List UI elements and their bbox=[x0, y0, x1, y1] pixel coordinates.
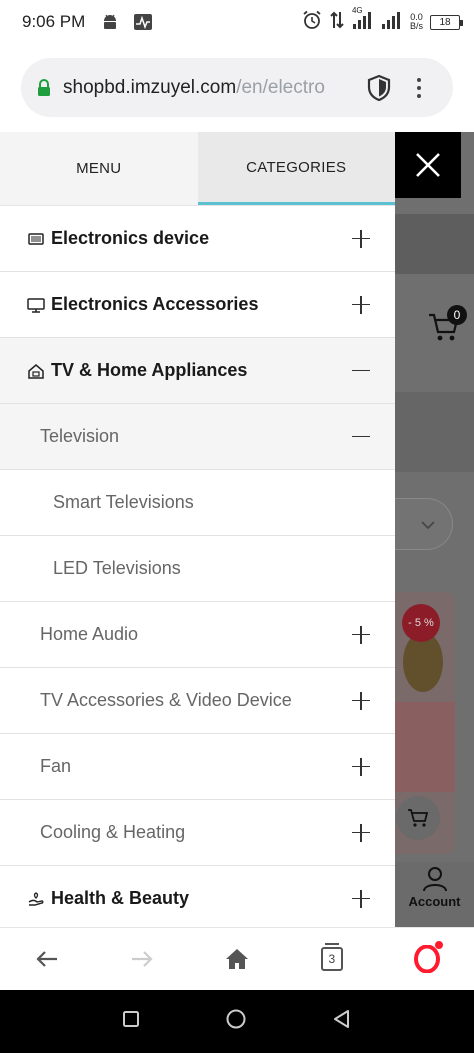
add-to-cart-button[interactable] bbox=[396, 796, 440, 840]
forward-button[interactable] bbox=[118, 935, 166, 983]
category-item[interactable]: Home Audio bbox=[0, 602, 395, 668]
category-item[interactable]: TV Accessories & Video Device bbox=[0, 668, 395, 734]
tabs-button[interactable]: 3 bbox=[308, 935, 356, 983]
category-drawer: MENU CATEGORIES Electronics device Electr… bbox=[0, 132, 395, 927]
status-bar: 9:06 PM 4G 0.0 B/s 18 bbox=[0, 0, 474, 44]
close-icon bbox=[416, 153, 440, 177]
close-drawer-button[interactable] bbox=[395, 132, 461, 198]
opera-menu-button[interactable] bbox=[403, 935, 451, 983]
tab-count: 3 bbox=[320, 943, 343, 971]
tab-menu[interactable]: MENU bbox=[0, 132, 198, 205]
browser-bottom-bar: 3 bbox=[0, 927, 474, 990]
home-nav-button[interactable] bbox=[225, 1008, 247, 1035]
bg-select-dropdown[interactable] bbox=[395, 498, 453, 550]
category-item[interactable]: Cooling & Heating bbox=[0, 800, 395, 866]
home-button[interactable] bbox=[213, 935, 261, 983]
category-label: Electronics Accessories bbox=[51, 294, 259, 314]
chevron-down-icon bbox=[421, 521, 435, 530]
category-item[interactable]: Electronics device bbox=[0, 206, 395, 272]
user-icon bbox=[422, 867, 447, 892]
url-domain: shopbd.imzuyel.com bbox=[63, 76, 237, 98]
account-label: Account bbox=[408, 894, 461, 909]
url-text[interactable]: shopbd.imzuyel.com/en/electro bbox=[63, 77, 355, 99]
expand-plus-icon[interactable] bbox=[351, 295, 371, 315]
hand-care-icon bbox=[27, 890, 45, 908]
category-item[interactable]: Smart Televisions bbox=[0, 470, 395, 536]
bg-band bbox=[395, 214, 474, 274]
category-label: Smart Televisions bbox=[53, 492, 194, 512]
arrow-left-icon bbox=[36, 951, 58, 967]
category-label: Fan bbox=[40, 756, 72, 776]
category-label: Health & Beauty bbox=[51, 888, 190, 908]
lock-icon[interactable] bbox=[33, 78, 55, 97]
category-label: Television bbox=[40, 426, 120, 446]
tab-categories[interactable]: CATEGORIES bbox=[197, 132, 395, 205]
clock: 9:06 PM bbox=[22, 12, 86, 31]
signal-icon: 4G bbox=[352, 6, 374, 35]
data-transfer-icon bbox=[329, 10, 345, 35]
expand-plus-icon[interactable] bbox=[351, 691, 371, 711]
arrow-right-icon bbox=[132, 951, 153, 967]
circle-icon bbox=[226, 1009, 246, 1029]
battery-icon: 18 bbox=[430, 14, 463, 30]
category-list: Electronics device Electronics Accessorie… bbox=[0, 206, 395, 927]
expand-plus-icon[interactable] bbox=[351, 823, 371, 843]
square-icon bbox=[123, 1011, 140, 1027]
activity-icon bbox=[133, 13, 153, 31]
category-item[interactable]: Health & Beauty bbox=[0, 866, 395, 927]
network-type: 4G bbox=[351, 5, 363, 15]
recents-button[interactable] bbox=[122, 1010, 140, 1033]
signal-icon bbox=[381, 10, 403, 35]
home-icon bbox=[225, 949, 248, 969]
expand-plus-icon[interactable] bbox=[351, 625, 371, 645]
back-button[interactable] bbox=[23, 935, 71, 983]
expand-plus-icon[interactable] bbox=[351, 757, 371, 777]
address-bar[interactable]: shopbd.imzuyel.com/en/electro bbox=[21, 58, 453, 117]
category-item[interactable]: Fan bbox=[0, 734, 395, 800]
expand-plus-icon[interactable] bbox=[351, 889, 371, 909]
category-label: TV Accessories & Video Device bbox=[40, 690, 292, 710]
notification-dot bbox=[434, 941, 443, 949]
more-options-icon[interactable] bbox=[409, 77, 429, 98]
drawer-tabs: MENU CATEGORIES bbox=[0, 132, 395, 206]
expand-plus-icon[interactable] bbox=[351, 229, 371, 249]
collapse-minus-icon[interactable] bbox=[351, 427, 371, 447]
category-item[interactable]: Electronics Accessories bbox=[0, 272, 395, 338]
opera-icon bbox=[413, 945, 440, 973]
category-label: TV & Home Appliances bbox=[51, 360, 248, 380]
category-item[interactable]: LED Televisions bbox=[0, 536, 395, 602]
browser-toolbar: shopbd.imzuyel.com/en/electro bbox=[0, 44, 474, 132]
category-label: Cooling & Heating bbox=[40, 822, 186, 842]
category-item[interactable]: Television bbox=[0, 404, 395, 470]
alarm-icon bbox=[302, 10, 322, 35]
cart-icon bbox=[408, 809, 429, 827]
category-label: Home Audio bbox=[40, 624, 139, 644]
net-speed: 0.0 B/s bbox=[409, 12, 423, 31]
collapse-minus-icon[interactable] bbox=[351, 361, 371, 381]
home-icon bbox=[27, 362, 45, 380]
shield-icon[interactable] bbox=[363, 74, 395, 102]
triangle-back-icon bbox=[333, 1010, 349, 1028]
discount-badge: - 5 % bbox=[402, 604, 440, 642]
bg-band bbox=[395, 392, 474, 472]
category-label: LED Televisions bbox=[53, 558, 181, 578]
category-label: Electronics device bbox=[51, 228, 210, 248]
monitor-icon bbox=[27, 296, 45, 314]
back-nav-button[interactable] bbox=[332, 1009, 352, 1034]
android-nav-bar bbox=[0, 990, 474, 1053]
cart-count-badge: 0 bbox=[447, 305, 467, 325]
category-item[interactable]: TV & Home Appliances bbox=[0, 338, 395, 404]
url-path: /en/electro bbox=[236, 76, 325, 98]
android-icon bbox=[101, 13, 119, 31]
circuit-board-icon bbox=[27, 230, 45, 248]
account-button[interactable]: Account bbox=[395, 862, 474, 927]
